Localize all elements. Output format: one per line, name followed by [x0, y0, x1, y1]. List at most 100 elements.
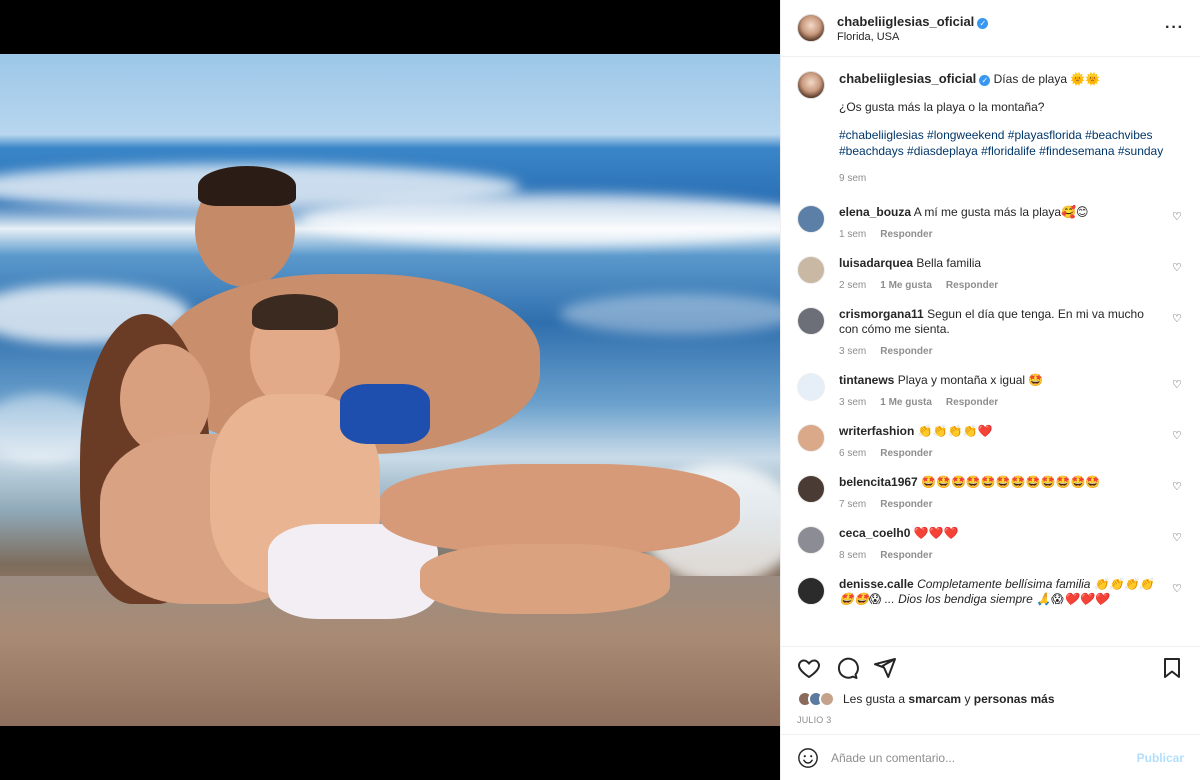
caption-time: 9 sem — [839, 173, 867, 184]
comment-body: writerfashion 👏👏👏👏❤️ 6 sem Responder — [839, 424, 1184, 461]
likes-connector: y — [964, 692, 971, 706]
caption-question: ¿Os gusta más la playa o la montaña? — [839, 100, 1045, 114]
comment-like-heart-icon[interactable]: ♡ — [1172, 211, 1184, 223]
liker-avatars — [797, 691, 835, 707]
post-location[interactable]: Florida, USA — [837, 31, 1165, 43]
commenter-avatar[interactable] — [797, 424, 825, 452]
comment-like-heart-icon[interactable]: ♡ — [1172, 262, 1184, 274]
comment-body: crismorgana11 Segun el día que tenga. En… — [839, 307, 1184, 359]
comment-body: luisadarquea Bella familia 2 sem 1 Me gus… — [839, 256, 1184, 293]
comment-time: 6 sem — [839, 448, 867, 459]
comment-like-heart-icon[interactable]: ♡ — [1172, 430, 1184, 442]
comment-time: 3 sem — [839, 397, 867, 408]
comment-time: 8 sem — [839, 550, 867, 561]
post-side-panel: chabeliiglesias_oficial ✓ Florida, USA ··… — [780, 0, 1200, 780]
more-options-icon[interactable]: ··· — [1165, 19, 1184, 37]
commenter-avatar[interactable] — [797, 475, 825, 503]
save-bookmark-icon[interactable] — [1160, 656, 1184, 680]
comment-time: 1 sem — [839, 229, 867, 240]
comments-list[interactable]: chabeliiglesias_oficial ✓ Días de playa 🌞… — [781, 57, 1200, 646]
commenter-username[interactable]: writerfashion — [839, 424, 914, 438]
comment-text: 👏👏👏👏❤️ — [917, 424, 993, 438]
comment-meta: 3 sem Responder — [839, 344, 1158, 359]
comment-meta: 1 sem Responder — [839, 227, 1158, 242]
comment-item: luisadarquea Bella familia 2 sem 1 Me gus… — [797, 256, 1184, 293]
comment-time: 2 sem — [839, 280, 867, 291]
commenter-username[interactable]: elena_bouza — [839, 205, 911, 219]
comment-time: 3 sem — [839, 346, 867, 357]
comment-item: denisse.calle Completamente bellísima fa… — [797, 577, 1184, 607]
reply-button[interactable]: Responder — [880, 550, 932, 561]
caption-author-avatar[interactable] — [797, 71, 825, 99]
like-heart-icon[interactable] — [797, 656, 821, 680]
action-icons — [797, 655, 1184, 681]
commenter-username[interactable]: belencita1967 — [839, 475, 918, 489]
caption-username[interactable]: chabeliiglesias_oficial — [839, 71, 976, 86]
reply-button[interactable]: Responder — [946, 397, 998, 408]
comment-likes[interactable]: 1 Me gusta — [880, 280, 932, 291]
reply-button[interactable]: Responder — [880, 346, 932, 357]
comment-item: tintanews Playa y montaña x igual 🤩 3 se… — [797, 373, 1184, 410]
comment-item: writerfashion 👏👏👏👏❤️ 6 sem Responder ♡ — [797, 424, 1184, 461]
likes-others[interactable]: personas más — [974, 692, 1055, 706]
comment-meta: 2 sem 1 Me gusta Responder — [839, 278, 1158, 293]
likes-summary: Les gusta a smarcam y personas más — [797, 691, 1184, 707]
author-avatar[interactable] — [797, 14, 825, 42]
comment-item: elena_bouza A mí me gusta más la playa🥰😊… — [797, 205, 1184, 242]
comment-like-heart-icon[interactable]: ♡ — [1172, 583, 1184, 595]
comment-body: ceca_coelh0 ❤️❤️❤️ 8 sem Responder — [839, 526, 1184, 563]
comment-time: 7 sem — [839, 499, 867, 510]
author-username[interactable]: chabeliiglesias_oficial — [837, 14, 974, 29]
comment-likes[interactable]: 1 Me gusta — [880, 397, 932, 408]
reply-button[interactable]: Responder — [880, 499, 932, 510]
publish-button[interactable]: Publicar — [1137, 751, 1184, 765]
comment-body: elena_bouza A mí me gusta más la playa🥰😊… — [839, 205, 1184, 242]
commenter-avatar[interactable] — [797, 577, 825, 605]
commenter-avatar[interactable] — [797, 373, 825, 401]
reply-button[interactable]: Responder — [946, 280, 998, 291]
post-photo[interactable] — [0, 54, 780, 726]
comment-like-heart-icon[interactable]: ♡ — [1172, 313, 1184, 325]
reply-button[interactable]: Responder — [880, 229, 932, 240]
share-send-icon[interactable] — [873, 656, 897, 680]
comment-item: ceca_coelh0 ❤️❤️❤️ 8 sem Responder ♡ — [797, 526, 1184, 563]
author-username-row: chabeliiglesias_oficial ✓ — [837, 14, 1165, 29]
caption-hashtags[interactable]: #chabeliiglesias #longweekend #playasflo… — [839, 127, 1184, 159]
comment-meta: 8 sem Responder — [839, 548, 1158, 563]
comment-bubble-icon[interactable] — [835, 656, 859, 680]
comment-text: 🤩🤩🤩🤩🤩🤩🤩🤩🤩🤩🤩🤩 — [921, 475, 1101, 489]
comment-body: tintanews Playa y montaña x igual 🤩 3 se… — [839, 373, 1184, 410]
commenter-username[interactable]: crismorgana11 — [839, 307, 924, 321]
commenter-username[interactable]: tintanews — [839, 373, 894, 387]
comment-item: crismorgana11 Segun el día que tenga. En… — [797, 307, 1184, 359]
caption-title: Días de playa 🌞🌞 — [993, 72, 1101, 86]
emoji-smile-icon[interactable] — [797, 747, 819, 769]
comment-like-heart-icon[interactable]: ♡ — [1172, 379, 1184, 391]
likes-user[interactable]: smarcam — [908, 692, 961, 706]
media-area — [0, 0, 780, 780]
comment-like-heart-icon[interactable]: ♡ — [1172, 481, 1184, 493]
commenter-avatar[interactable] — [797, 526, 825, 554]
commenter-username[interactable]: denisse.calle — [839, 577, 914, 591]
commenter-username[interactable]: luisadarquea — [839, 256, 913, 270]
comment-input[interactable] — [831, 750, 1137, 765]
comment-body: denisse.calle Completamente bellísima fa… — [839, 577, 1184, 607]
comment-meta: 6 sem Responder — [839, 446, 1158, 461]
commenter-username[interactable]: ceca_coelh0 — [839, 526, 910, 540]
instagram-post-modal: chabeliiglesias_oficial ✓ Florida, USA ··… — [0, 0, 1200, 780]
verified-badge-icon: ✓ — [979, 75, 991, 86]
verified-badge-icon: ✓ — [977, 17, 989, 29]
comment-body: belencita1967 🤩🤩🤩🤩🤩🤩🤩🤩🤩🤩🤩🤩 7 sem Responde… — [839, 475, 1184, 512]
commenter-avatar[interactable] — [797, 205, 825, 233]
likes-prefix: Les gusta a — [843, 692, 906, 706]
caption-body: chabeliiglesias_oficial ✓ Días de playa 🌞… — [839, 71, 1184, 187]
comment-text: Playa y montaña x igual 🤩 — [897, 373, 1044, 387]
post-date: JULIO 3 — [797, 715, 832, 725]
commenter-avatar[interactable] — [797, 256, 825, 284]
author-info: chabeliiglesias_oficial ✓ Florida, USA — [837, 14, 1165, 43]
comment-text: ❤️❤️❤️ — [913, 526, 959, 540]
commenter-avatar[interactable] — [797, 307, 825, 335]
comment-meta: 7 sem Responder — [839, 497, 1158, 512]
comment-like-heart-icon[interactable]: ♡ — [1172, 532, 1184, 544]
reply-button[interactable]: Responder — [880, 448, 932, 459]
